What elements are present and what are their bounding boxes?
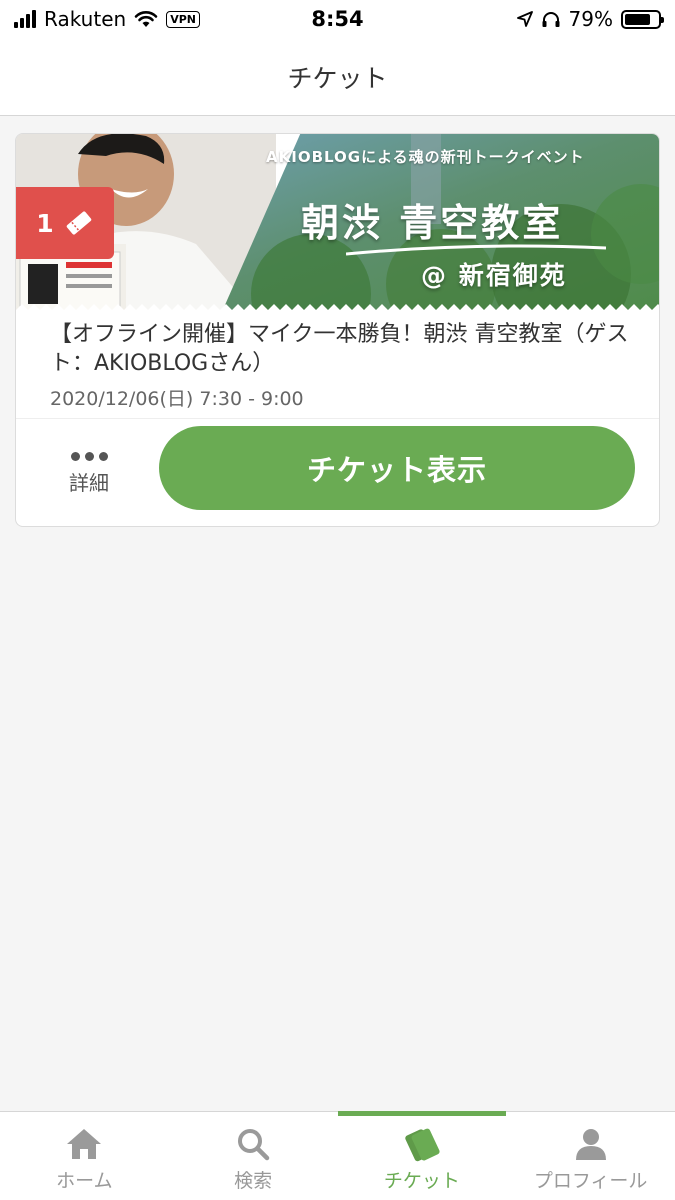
- status-right: 79%: [516, 7, 664, 31]
- battery-icon: [621, 9, 664, 29]
- wifi-icon: [134, 11, 158, 27]
- tab-home-label: ホーム: [56, 1170, 113, 1192]
- status-left: Rakuten VPN: [14, 7, 200, 31]
- battery-fill: [625, 13, 651, 25]
- page-title: チケット: [287, 63, 388, 93]
- headphones-icon: [542, 12, 560, 27]
- tab-profile-label: プロフィール: [533, 1170, 648, 1192]
- event-title: 【オフライン開催】マイク一本勝負！朝渋 青空教室（ゲスト：AKIOBLOGさん）: [50, 322, 629, 376]
- carrier-label: Rakuten: [44, 7, 127, 31]
- tab-search[interactable]: 検索: [169, 1112, 338, 1200]
- vpn-badge: VPN: [166, 10, 200, 28]
- tab-bar: ホーム 検索 チケット プロフィール: [0, 1111, 675, 1200]
- signal-icon: [14, 10, 36, 28]
- event-banner[interactable]: AKIOBLOGによる魂の新刊トークイベント 朝渋 青空教室 @ 新宿御苑 1: [16, 134, 659, 314]
- tab-home[interactable]: ホーム: [0, 1112, 169, 1200]
- detail-button[interactable]: 詳細: [46, 434, 132, 514]
- banner-title: 朝渋 青空教室: [301, 201, 564, 245]
- profile-icon: [571, 1126, 611, 1162]
- battery-percent: 79%: [568, 7, 613, 31]
- ticket-count: 1: [36, 208, 54, 238]
- home-icon: [64, 1126, 104, 1162]
- ticket-count-badge: 1: [16, 187, 114, 259]
- more-dots-icon: [70, 452, 108, 461]
- tab-ticket[interactable]: チケット: [337, 1111, 507, 1200]
- nav-header: チケット: [0, 38, 675, 116]
- detail-label: 詳細: [69, 471, 109, 495]
- tab-search-label: 検索: [234, 1170, 273, 1192]
- banner-zigzag-edge: [16, 304, 659, 314]
- card-divider: [16, 418, 659, 419]
- ticket-icon: [66, 211, 91, 235]
- ticket-icon: [402, 1126, 442, 1162]
- location-arrow-icon: [516, 11, 533, 27]
- search-icon: [233, 1126, 273, 1162]
- tab-ticket-label: チケット: [383, 1170, 460, 1192]
- banner-tagline: AKIOBLOGによる魂の新刊トークイベント: [266, 148, 585, 166]
- banner-location: @ 新宿御苑: [421, 261, 567, 290]
- banner-swoosh: [346, 244, 606, 256]
- tab-profile[interactable]: プロフィール: [506, 1112, 675, 1200]
- ticket-card[interactable]: AKIOBLOGによる魂の新刊トークイベント 朝渋 青空教室 @ 新宿御苑 1 …: [15, 133, 660, 527]
- status-bar: Rakuten VPN 8:54 79%: [0, 0, 675, 38]
- show-ticket-button[interactable]: チケット表示: [159, 426, 635, 510]
- event-date: 2020/12/06(日) 7:30 - 9:00: [50, 388, 304, 410]
